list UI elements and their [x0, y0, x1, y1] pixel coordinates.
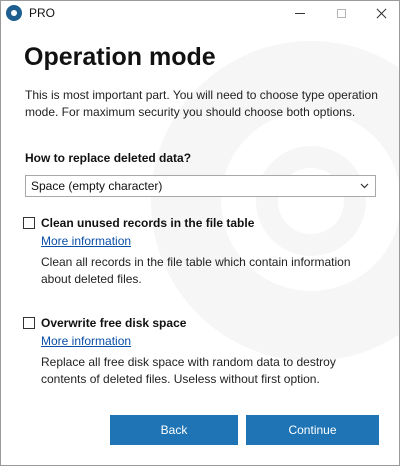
replace-method-select[interactable]: Space (empty character): [25, 175, 376, 197]
description-line: contents of deleted files. Useless witho…: [41, 372, 320, 386]
maximize-button[interactable]: [323, 1, 359, 25]
overwrite-free-space-description: Replace all free disk space with random …: [41, 354, 383, 388]
overwrite-free-space-label[interactable]: Overwrite free disk space: [41, 316, 186, 330]
minimize-icon: [295, 12, 305, 14]
page-title: Operation mode: [24, 43, 216, 71]
clean-records-checkbox[interactable]: [23, 217, 35, 229]
intro-line: This is most important part. You will ne…: [25, 88, 378, 102]
description-line: about deleted files.: [41, 272, 142, 286]
minimize-button[interactable]: [282, 1, 318, 25]
option-overwrite-free-space: Overwrite free disk space More informati…: [23, 315, 383, 388]
chevron-down-icon: [360, 181, 369, 190]
app-window: PRO Operation mode This is most importan…: [0, 0, 400, 466]
continue-button[interactable]: Continue: [246, 415, 379, 445]
option-clean-records: Clean unused records in the file table M…: [23, 215, 383, 288]
intro-text: This is most important part. You will ne…: [25, 87, 378, 121]
disc-icon: [6, 5, 22, 21]
overwrite-free-space-checkbox[interactable]: [23, 317, 35, 329]
intro-line: mode. For maximum security you should ch…: [25, 105, 356, 119]
close-button[interactable]: [363, 1, 399, 25]
maximize-icon: [336, 8, 346, 18]
overwrite-free-space-more-info-link[interactable]: More information: [41, 334, 131, 348]
clean-records-more-info-link[interactable]: More information: [41, 234, 131, 248]
replace-method-value: Space (empty character): [31, 179, 163, 193]
description-line: Replace all free disk space with random …: [41, 355, 336, 369]
replace-question-label: How to replace deleted data?: [25, 151, 192, 165]
description-line: Clean all records in the file table whic…: [41, 255, 351, 269]
back-button[interactable]: Back: [110, 415, 238, 445]
window-title: PRO: [29, 6, 56, 20]
close-icon: [376, 8, 387, 19]
clean-records-description: Clean all records in the file table whic…: [41, 254, 383, 288]
clean-records-label[interactable]: Clean unused records in the file table: [41, 216, 254, 230]
title-bar: PRO: [1, 1, 399, 25]
